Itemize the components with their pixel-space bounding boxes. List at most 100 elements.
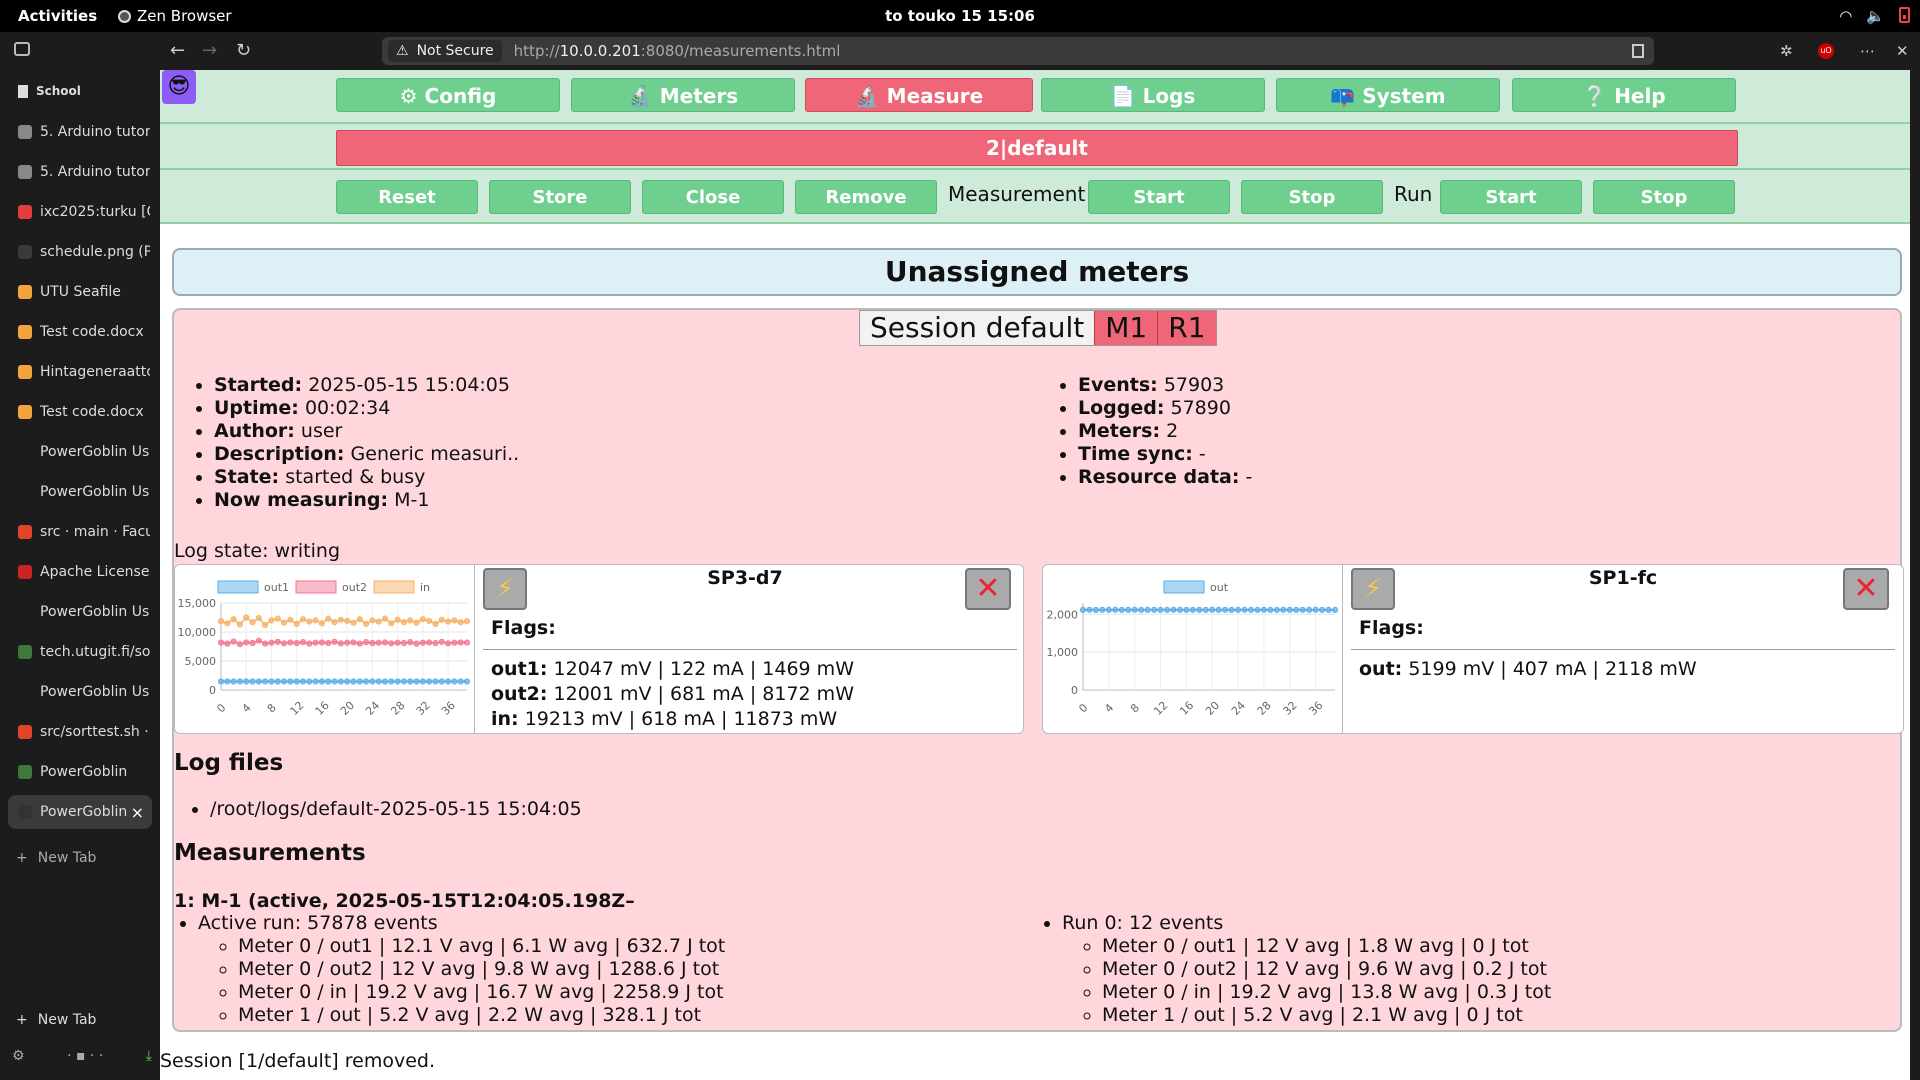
data-point-out[interactable] [1273, 606, 1280, 614]
nav-tab-0[interactable]: ⚙ Config [336, 78, 560, 112]
data-point-out1[interactable] [438, 678, 445, 685]
data-point-out1[interactable] [331, 678, 338, 685]
data-point-out2[interactable] [381, 639, 389, 646]
data-point-out1[interactable] [337, 678, 344, 685]
sidebar-tab[interactable]: PowerGoblin Us [8, 435, 152, 469]
security-indicator[interactable]: ⚠ Not Secure [388, 40, 502, 62]
data-point-out[interactable] [1131, 606, 1138, 613]
legend-swatch-out[interactable] [1163, 580, 1205, 594]
url-text[interactable]: http://10.0.0.201:8080/measurements.html [514, 42, 841, 60]
data-point-out2[interactable] [451, 639, 458, 646]
data-point-out[interactable] [1105, 606, 1112, 613]
data-point-out[interactable] [1086, 606, 1093, 613]
data-point-in[interactable] [457, 619, 464, 626]
data-point-in[interactable] [394, 616, 401, 623]
data-point-out2[interactable] [350, 639, 357, 646]
data-point-in[interactable] [249, 619, 256, 626]
data-point-in[interactable] [344, 617, 351, 625]
data-point-out[interactable] [1176, 606, 1184, 613]
data-point-out2[interactable] [331, 638, 338, 645]
data-point-out1[interactable] [394, 678, 401, 685]
data-point-out[interactable] [1312, 606, 1319, 613]
data-point-in[interactable] [388, 620, 395, 627]
close-button[interactable]: Close [642, 180, 784, 214]
data-point-out1[interactable] [312, 678, 319, 685]
data-point-in[interactable] [268, 617, 275, 624]
data-point-out2[interactable] [243, 639, 250, 646]
data-point-out1[interactable] [356, 678, 363, 685]
data-point-out1[interactable] [426, 678, 433, 685]
data-point-out1[interactable] [419, 678, 426, 685]
data-point-out1[interactable] [457, 678, 464, 685]
data-point-in[interactable] [356, 616, 363, 623]
data-point-out2[interactable] [249, 639, 256, 647]
data-point-out[interactable] [1306, 606, 1313, 613]
data-point-out1[interactable] [344, 678, 351, 685]
data-point-out[interactable] [1079, 606, 1087, 613]
close-tab-icon[interactable]: × [131, 803, 144, 822]
data-point-in[interactable] [306, 618, 313, 625]
settings-icon[interactable]: ⚙ [12, 1048, 25, 1064]
data-point-out1[interactable] [224, 678, 231, 685]
data-point-in[interactable] [262, 621, 269, 629]
data-point-out2[interactable] [230, 638, 237, 645]
data-point-out1[interactable] [413, 678, 420, 685]
data-point-in[interactable] [413, 619, 420, 626]
data-point-out[interactable] [1163, 606, 1171, 613]
sidebar-tab[interactable]: PowerGoblin Us [8, 595, 152, 629]
data-point-out1[interactable] [293, 678, 300, 685]
sidebar-toggle-icon[interactable] [14, 42, 30, 56]
extension-puzzle-icon[interactable]: ✲ [1780, 42, 1793, 60]
legend-swatch-out2[interactable] [295, 580, 337, 594]
data-point-out2[interactable] [224, 640, 231, 647]
data-point-in[interactable] [451, 617, 458, 624]
measurement-stop-button[interactable]: Stop [1241, 180, 1383, 214]
data-point-out[interactable] [1118, 606, 1125, 614]
data-point-in[interactable] [318, 620, 326, 627]
data-point-out1[interactable] [400, 678, 408, 685]
data-point-in[interactable] [325, 615, 332, 622]
data-point-out2[interactable] [280, 640, 288, 647]
data-point-out2[interactable] [337, 640, 344, 647]
data-point-in[interactable] [280, 619, 288, 626]
data-point-in[interactable] [243, 614, 250, 621]
sidebar-tab[interactable]: tech.utugit.fi/so [8, 635, 152, 669]
data-point-in[interactable] [419, 616, 426, 623]
sidebar-tab[interactable]: 5. Arduino tutor [8, 155, 152, 189]
data-point-out[interactable] [1331, 606, 1339, 613]
data-point-out2[interactable] [356, 640, 363, 647]
data-point-out2[interactable] [394, 639, 401, 646]
data-point-out1[interactable] [249, 678, 256, 685]
data-point-in[interactable] [312, 617, 319, 624]
data-point-out1[interactable] [306, 678, 313, 685]
data-point-out2[interactable] [318, 639, 326, 646]
data-point-out1[interactable] [255, 678, 262, 685]
data-point-out1[interactable] [325, 678, 332, 685]
sidebar-tab[interactable]: 5. Arduino tutor [8, 115, 152, 149]
data-point-out2[interactable] [400, 639, 408, 647]
sidebar-tab[interactable]: PowerGoblin Us [8, 475, 152, 509]
measurement-start-button[interactable]: Start [1088, 180, 1230, 214]
data-point-out1[interactable] [236, 678, 244, 685]
data-point-out[interactable] [1280, 606, 1287, 613]
forward-arrow-icon[interactable]: → [202, 40, 217, 61]
data-point-out[interactable] [1099, 606, 1106, 613]
data-point-out1[interactable] [274, 678, 281, 685]
log-file-item[interactable]: /root/logs/default-2025-05-15 15:04:05 [210, 798, 582, 821]
store-button[interactable]: Store [489, 180, 631, 214]
data-point-out[interactable] [1150, 606, 1158, 613]
data-point-in[interactable] [350, 619, 357, 626]
data-point-out[interactable] [1183, 606, 1190, 614]
data-point-out2[interactable] [388, 640, 395, 647]
data-point-out1[interactable] [362, 678, 370, 685]
data-point-out1[interactable] [299, 678, 307, 685]
data-point-out[interactable] [1170, 606, 1177, 613]
data-point-out2[interactable] [299, 639, 307, 646]
sidebar-tab[interactable]: PowerGoblin Us [8, 675, 152, 709]
data-point-in[interactable] [230, 616, 237, 623]
run-stop-button[interactable]: Stop [1593, 180, 1735, 214]
data-point-in[interactable] [362, 620, 370, 627]
legend-swatch-in[interactable] [373, 580, 415, 594]
workspace-label[interactable]: School [18, 84, 81, 98]
data-point-in[interactable] [463, 618, 471, 625]
